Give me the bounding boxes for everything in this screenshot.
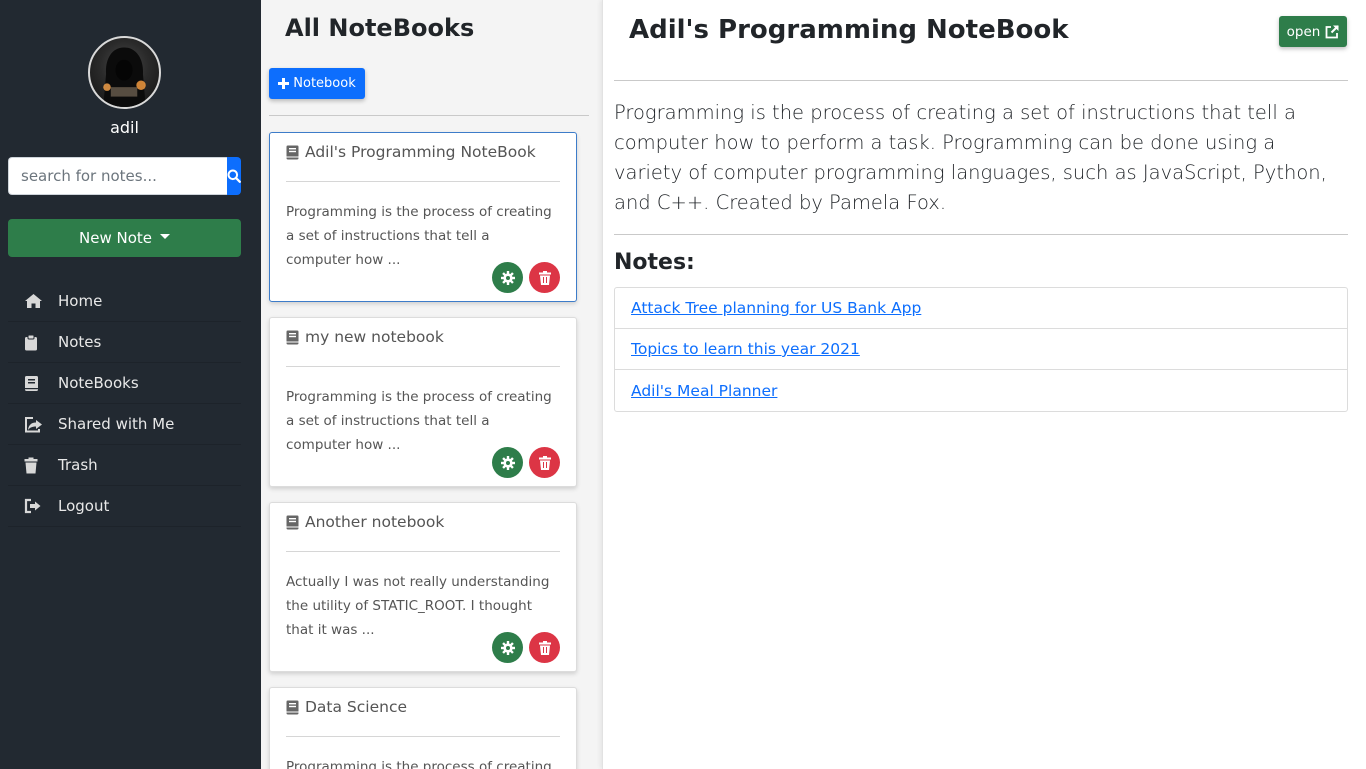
gear-icon xyxy=(500,455,515,470)
open-button[interactable]: open xyxy=(1279,16,1347,47)
notebook-card[interactable]: my new notebook Programming is the proce… xyxy=(269,317,577,487)
settings-button[interactable] xyxy=(492,262,523,293)
card-divider xyxy=(286,551,560,552)
notes-list: Attack Tree planning for US Bank App Top… xyxy=(614,287,1348,412)
notebook-card-title[interactable]: Data Science xyxy=(286,698,407,716)
caret-down-icon xyxy=(160,233,170,239)
notebooks-panel: All NoteBooks Notebook Adil's Programmin… xyxy=(261,0,602,769)
panel-title: All NoteBooks xyxy=(285,14,475,42)
notebook-card[interactable]: Another notebook Actually I was not real… xyxy=(269,502,577,672)
delete-button[interactable] xyxy=(529,262,560,293)
notebook-card[interactable]: Adil's Programming NoteBook Programming … xyxy=(269,132,577,302)
card-divider xyxy=(286,736,560,737)
settings-button[interactable] xyxy=(492,447,523,478)
notebook-card-excerpt: Programming is the process of creating a xyxy=(286,759,552,769)
note-link[interactable]: Attack Tree planning for US Bank App xyxy=(631,299,921,317)
logout-icon xyxy=(24,497,44,515)
hooded-figure-icon xyxy=(103,47,146,107)
book-icon xyxy=(24,374,44,392)
book-icon xyxy=(286,515,299,529)
sidebar-item-label: Logout xyxy=(58,497,110,515)
sidebar-item-trash[interactable]: Trash xyxy=(8,445,241,486)
trash-icon xyxy=(538,455,551,470)
sidebar: adil New Note Home Notes xyxy=(0,0,261,769)
notebook-card[interactable]: Data Science Programming is the process … xyxy=(269,687,577,769)
sidebar-item-label: Trash xyxy=(58,456,98,474)
username: adil xyxy=(110,118,139,137)
sidebar-item-label: Shared with Me xyxy=(58,415,175,433)
share-icon xyxy=(24,415,44,433)
book-icon xyxy=(286,330,299,344)
notebook-card-title[interactable]: my new notebook xyxy=(286,328,444,346)
divider xyxy=(269,115,589,116)
delete-button[interactable] xyxy=(529,447,560,478)
new-note-dropdown-button[interactable]: New Note xyxy=(8,219,241,257)
sidebar-item-label: Notes xyxy=(58,333,102,351)
trash-icon xyxy=(538,270,551,285)
open-label: open xyxy=(1286,23,1321,40)
card-actions xyxy=(492,447,560,478)
plus-icon xyxy=(278,78,290,89)
home-icon xyxy=(24,292,44,310)
card-divider xyxy=(286,181,560,182)
list-item: Attack Tree planning for US Bank App xyxy=(615,288,1347,329)
list-item: Adil's Meal Planner xyxy=(615,370,1347,411)
sidebar-item-notes[interactable]: Notes xyxy=(8,322,241,363)
notebook-card-title[interactable]: Adil's Programming NoteBook xyxy=(286,143,536,161)
notebook-detail: Adil's Programming NoteBook open Program… xyxy=(602,0,1366,769)
note-link[interactable]: Topics to learn this year 2021 xyxy=(631,340,860,358)
divider xyxy=(614,234,1348,235)
search-button[interactable] xyxy=(227,157,241,195)
search-input[interactable] xyxy=(8,157,227,195)
card-actions xyxy=(492,632,560,663)
card-actions xyxy=(492,262,560,293)
new-note-label: New Note xyxy=(79,229,152,247)
sidebar-item-label: Home xyxy=(58,292,103,310)
settings-button[interactable] xyxy=(492,632,523,663)
sidebar-item-label: NoteBooks xyxy=(58,374,139,392)
notebook-card-title[interactable]: Another notebook xyxy=(286,513,444,531)
notebook-title: Adil's Programming NoteBook xyxy=(629,15,1069,45)
trash-icon xyxy=(538,640,551,655)
add-notebook-button[interactable]: Notebook xyxy=(269,68,365,99)
search-icon xyxy=(227,169,241,183)
sidebar-item-logout[interactable]: Logout xyxy=(8,486,241,527)
avatar[interactable] xyxy=(88,36,161,109)
add-notebook-label: Notebook xyxy=(293,76,356,91)
delete-button[interactable] xyxy=(529,632,560,663)
sidebar-item-notebooks[interactable]: NoteBooks xyxy=(8,363,241,404)
notes-heading: Notes: xyxy=(614,250,695,275)
divider xyxy=(614,80,1348,81)
trash-icon xyxy=(24,456,44,474)
search-bar xyxy=(8,157,241,195)
sidebar-item-shared[interactable]: Shared with Me xyxy=(8,404,241,445)
clipboard-icon xyxy=(24,333,44,351)
gear-icon xyxy=(500,270,515,285)
notebook-description: Programming is the process of creating a… xyxy=(614,101,1327,214)
card-divider xyxy=(286,366,560,367)
note-link[interactable]: Adil's Meal Planner xyxy=(631,382,777,400)
list-item: Topics to learn this year 2021 xyxy=(615,329,1347,370)
sidebar-item-home[interactable]: Home xyxy=(8,281,241,322)
book-icon xyxy=(286,145,299,159)
external-link-icon xyxy=(1325,24,1340,38)
sidebar-nav: Home Notes NoteBooks Shared with Me Tras… xyxy=(8,281,241,527)
gear-icon xyxy=(500,640,515,655)
book-icon xyxy=(286,700,299,714)
